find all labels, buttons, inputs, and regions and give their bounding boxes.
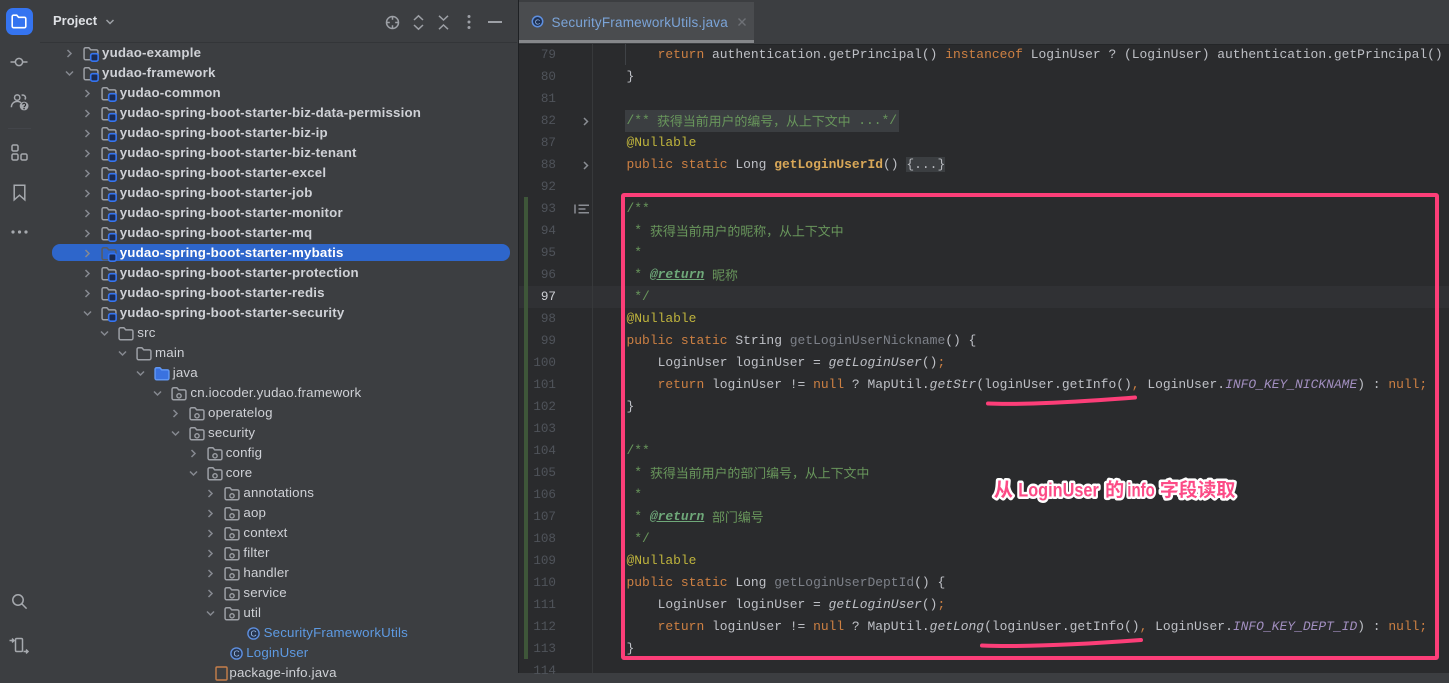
svg-text:LoginUser: LoginUser: [1018, 480, 1099, 502]
svg-text:info: info: [1127, 480, 1155, 502]
